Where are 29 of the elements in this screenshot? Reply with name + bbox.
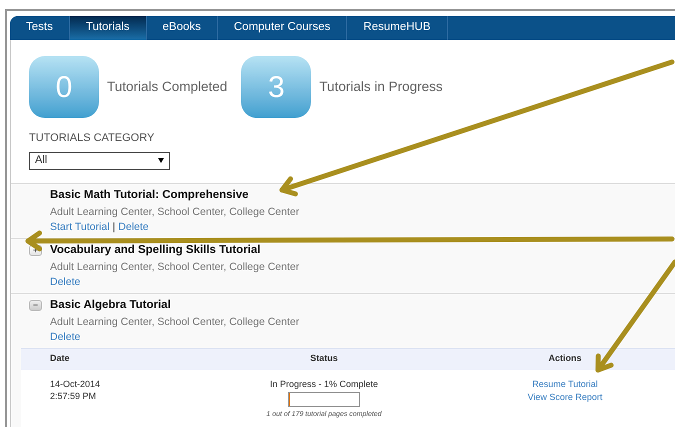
column-header: Actions bbox=[547, 352, 582, 366]
tutorial-title: Vocabulary and Spelling Skills Tutorial bbox=[50, 242, 262, 258]
tutorial-title: Basic Math Tutorial: Comprehensive bbox=[50, 188, 250, 202]
link-separator: | bbox=[112, 220, 116, 234]
stat-label: Tutorials Completed bbox=[107, 78, 228, 96]
nav-tab[interactable]: Tutorials bbox=[70, 16, 147, 40]
tutorial-centers: Adult Learning Center, School Center, College Center bbox=[50, 204, 300, 220]
tutorial-link[interactable]: Start Tutorial bbox=[50, 220, 110, 234]
tutorial-link[interactable]: Delete bbox=[118, 220, 149, 234]
dropdown-caret-icon bbox=[158, 158, 164, 163]
date-cell-text: 14-Oct-2014 bbox=[50, 378, 102, 390]
tutorial-centers: Adult Learning Center, School Center, College Center bbox=[50, 260, 300, 274]
category-select[interactable]: All bbox=[29, 152, 170, 170]
category-label: TUTORIALS CATEGORY bbox=[29, 131, 156, 146]
stat-label: Tutorials in Progress bbox=[319, 78, 443, 96]
count-badge: 3 bbox=[241, 56, 312, 118]
action-link[interactable]: View Score Report bbox=[528, 390, 602, 404]
tutorial-title: Basic Algebra Tutorial bbox=[50, 298, 172, 312]
column-header: Status bbox=[309, 352, 339, 366]
tutorial-centers: Adult Learning Center, School Center, College Center bbox=[50, 314, 300, 330]
column-header: Date bbox=[49, 352, 71, 366]
action-link[interactable]: Resume Tutorial bbox=[532, 378, 598, 390]
tutorial-link[interactable]: Delete bbox=[50, 330, 80, 344]
date-cell-text: 2:57:59 PM bbox=[50, 390, 98, 402]
collapse-button[interactable]: − bbox=[29, 300, 42, 310]
status-cell: In Progress - 1% Complete bbox=[270, 378, 378, 390]
count-badge: 0 bbox=[29, 56, 99, 118]
tutorial-link[interactable]: Delete bbox=[50, 274, 80, 290]
nav-tab[interactable]: Tests bbox=[10, 16, 70, 40]
